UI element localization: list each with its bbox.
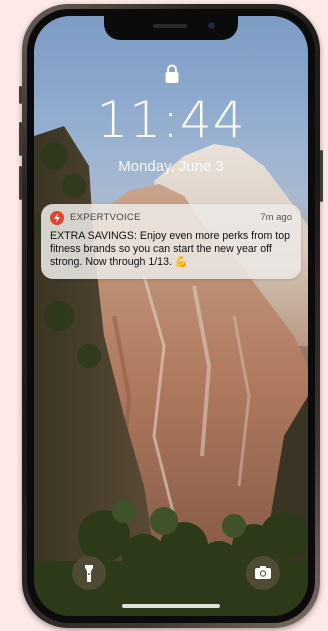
lock-screen: 11:44 Monday, June 3 EXPERTVOICE 7m ago … [34,16,308,616]
notification-app-name: EXPERTVOICE [70,212,141,223]
notification-message: EXTRA SAVINGS: Enjoy even more perks fro… [50,230,291,268]
notification-header: EXPERTVOICE 7m ago [50,211,292,227]
notification-card[interactable]: EXPERTVOICE 7m ago EXTRA SAVINGS: Enjoy … [41,204,301,279]
lock-screen-date: Monday, June 3 [118,158,224,175]
lock-icon [165,64,179,83]
page: 11:44 Monday, June 3 EXPERTVOICE 7m ago … [0,0,328,631]
camera-icon [255,566,271,579]
home-indicator[interactable] [122,604,220,608]
notch [104,16,238,40]
flashlight-button[interactable] [72,556,106,590]
lightning-bolt-icon [50,211,64,225]
earpiece-speaker [153,24,187,28]
lock-screen-time: 11:44 [96,91,246,149]
front-camera [208,22,215,29]
flashlight-icon [85,565,93,582]
power-button [320,150,323,202]
notification-timestamp: 7m ago [260,212,292,223]
camera-button[interactable] [246,556,280,590]
